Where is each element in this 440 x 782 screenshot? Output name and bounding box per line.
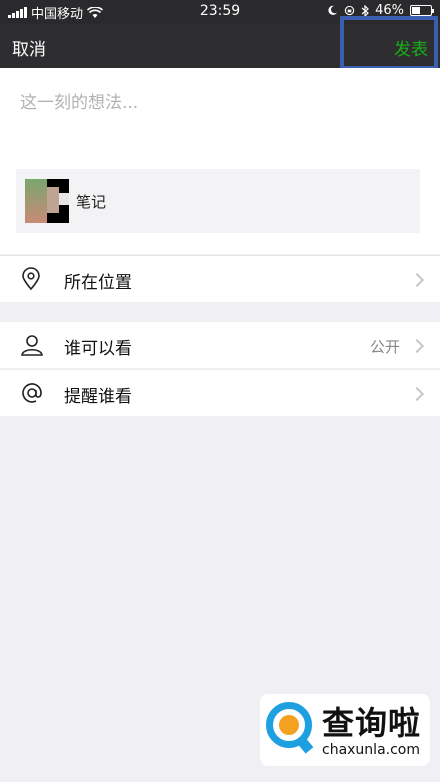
person-icon xyxy=(21,335,43,356)
visibility-label: 谁可以看 xyxy=(64,339,132,359)
chevron-right-icon xyxy=(409,338,425,354)
rotation-lock-icon xyxy=(344,5,355,16)
chevron-right-icon xyxy=(409,386,425,402)
link-thumbnail xyxy=(25,179,69,223)
bluetooth-icon xyxy=(361,4,369,17)
post-button[interactable]: 发表 xyxy=(394,35,428,60)
nav-bar: 取消 发表 xyxy=(0,16,440,70)
watermark-logo-tail xyxy=(296,736,314,754)
battery-fill xyxy=(412,7,420,14)
battery-icon xyxy=(410,5,434,16)
watermark-name: 查询啦 xyxy=(322,704,422,742)
location-label: 所在位置 xyxy=(64,273,132,293)
cancel-button[interactable]: 取消 xyxy=(12,35,46,60)
shared-link-card[interactable]: 笔记 xyxy=(16,169,420,233)
watermark-url: chaxunla.com xyxy=(322,742,420,758)
link-title: 笔记 xyxy=(76,193,107,211)
location-pin-icon xyxy=(22,267,40,291)
moment-text-input[interactable]: 这一刻的想法... xyxy=(20,88,138,113)
location-cell[interactable]: 所在位置 xyxy=(0,255,440,302)
compose-area: 这一刻的想法... 笔记 xyxy=(0,68,440,254)
chevron-right-icon xyxy=(409,272,425,288)
visibility-value: 公开 xyxy=(369,338,400,356)
visibility-cell[interactable]: 谁可以看 公开 xyxy=(0,322,440,368)
remind-label: 提醒谁看 xyxy=(64,387,132,407)
moon-icon xyxy=(328,5,338,15)
remind-cell[interactable]: 提醒谁看 xyxy=(0,369,440,416)
watermark: 查询啦 chaxunla.com xyxy=(260,694,430,766)
at-icon xyxy=(22,383,42,403)
